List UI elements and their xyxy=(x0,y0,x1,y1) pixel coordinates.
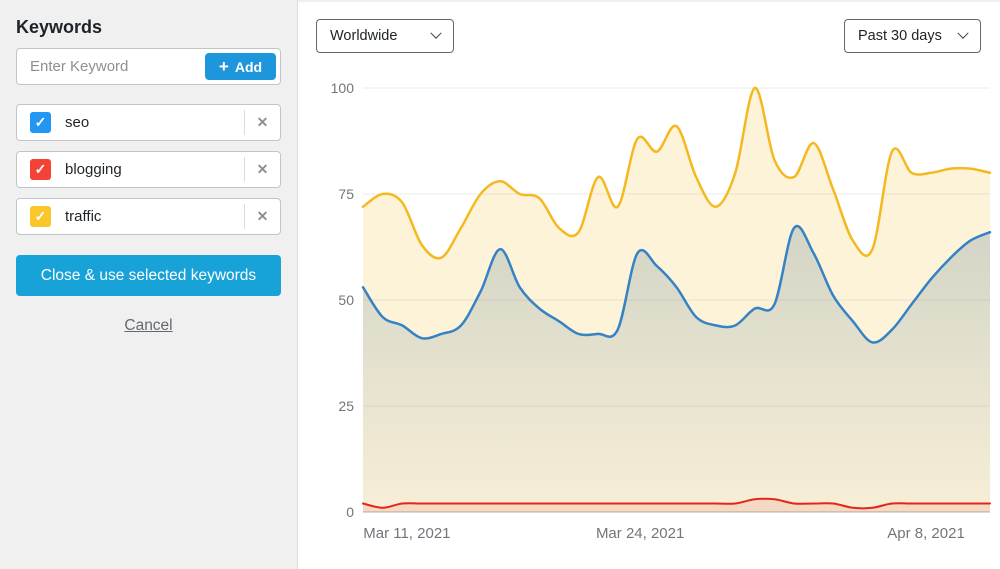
region-select-value: Worldwide xyxy=(330,28,397,44)
y-axis-label: 25 xyxy=(338,398,354,414)
date-range-select[interactable]: Past 30 days xyxy=(844,19,981,53)
keyword-checkbox-checked[interactable]: ✓ xyxy=(30,206,51,227)
y-axis-label: 75 xyxy=(338,186,354,202)
chevron-down-icon xyxy=(957,28,968,39)
x-axis-label: Mar 24, 2021 xyxy=(596,525,684,542)
cancel-link[interactable]: Cancel xyxy=(124,317,172,335)
checkmark-icon: ✓ xyxy=(35,208,47,225)
keyword-item: ✓ seo ✕ xyxy=(16,104,281,141)
keyword-checkbox-checked[interactable]: ✓ xyxy=(30,112,51,133)
keyword-input-row: + Add xyxy=(16,48,281,85)
add-button-label: Add xyxy=(235,59,262,75)
chevron-down-icon xyxy=(430,28,441,39)
close-icon: ✕ xyxy=(257,208,269,224)
trends-panel: Worldwide Past 30 days 0 25 50 75 100 Mar 11,… xyxy=(298,0,1000,569)
remove-keyword-button[interactable]: ✕ xyxy=(245,152,280,187)
date-range-select-value: Past 30 days xyxy=(858,28,942,44)
keyword-label: seo xyxy=(65,114,89,131)
keyword-item: ✓ blogging ✕ xyxy=(16,151,281,188)
add-keyword-button[interactable]: + Add xyxy=(205,53,276,80)
keyword-item: ✓ traffic ✕ xyxy=(16,198,281,235)
keywords-sidebar: Keywords + Add ✓ seo ✕ ✓ blogging ✕ ✓ tr… xyxy=(0,0,298,569)
plus-icon: + xyxy=(219,58,229,75)
keyword-checkbox-checked[interactable]: ✓ xyxy=(30,159,51,180)
region-select[interactable]: Worldwide xyxy=(316,19,454,53)
close-icon: ✕ xyxy=(257,114,269,130)
y-axis-label: 50 xyxy=(338,292,354,308)
y-axis-label: 0 xyxy=(346,504,354,520)
y-axis-label: 100 xyxy=(331,80,355,96)
sidebar-title: Keywords xyxy=(16,16,281,38)
remove-keyword-button[interactable]: ✕ xyxy=(245,199,280,234)
close-use-keywords-button[interactable]: Close & use selected keywords xyxy=(16,255,281,296)
checkmark-icon: ✓ xyxy=(35,114,47,131)
close-icon: ✕ xyxy=(257,161,269,177)
trend-chart: 0 25 50 75 100 Mar 11, 2021 Mar 24, 2021 Apr 8,… xyxy=(298,2,1000,569)
remove-keyword-button[interactable]: ✕ xyxy=(245,105,280,140)
keyword-label: blogging xyxy=(65,161,122,178)
x-axis-label: Mar 11, 2021 xyxy=(363,525,450,542)
keyword-label: traffic xyxy=(65,208,101,225)
x-axis-label: Apr 8, 2021 xyxy=(887,525,965,542)
checkmark-icon: ✓ xyxy=(35,161,47,178)
